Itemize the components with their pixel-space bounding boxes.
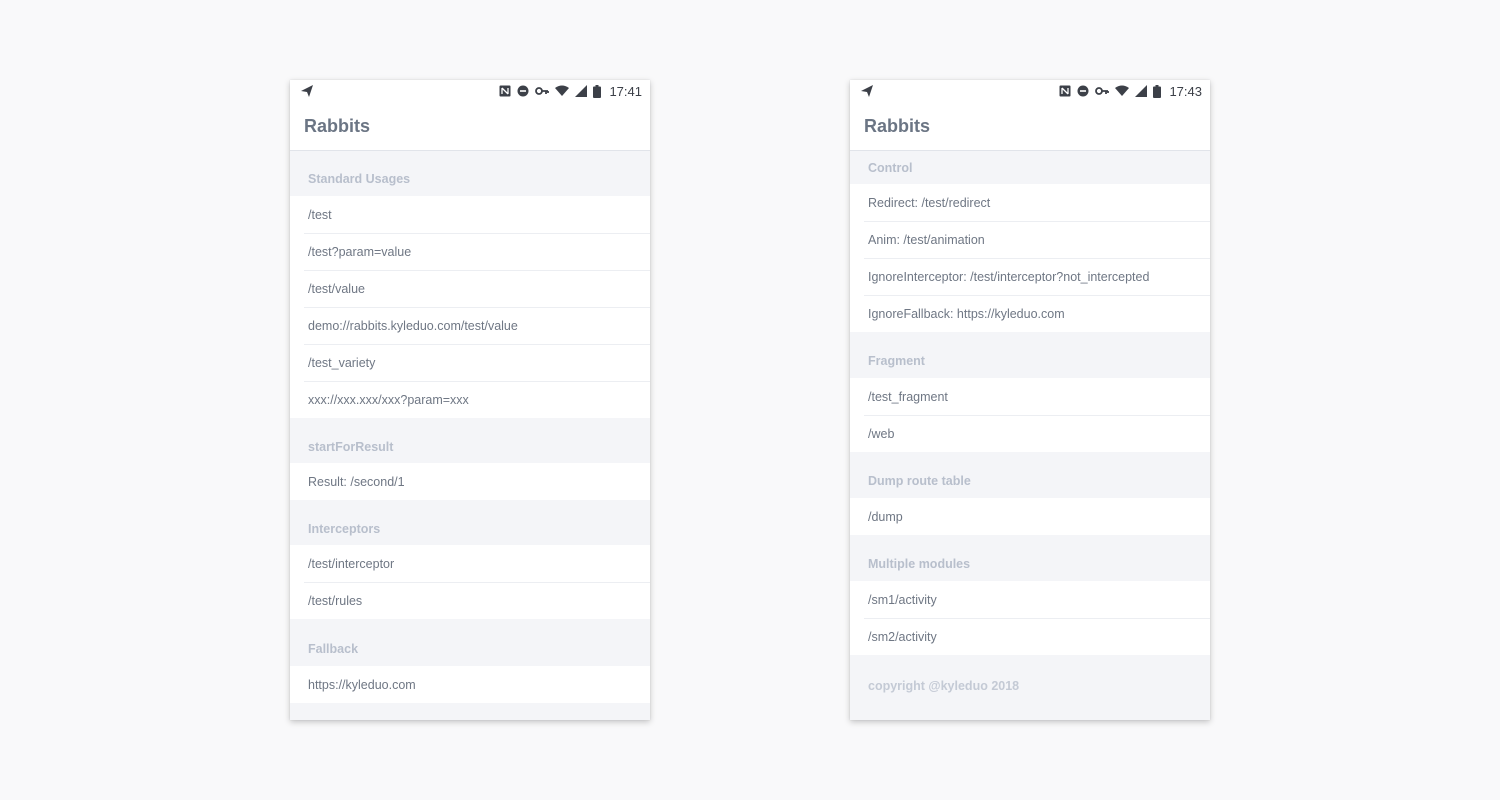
phone-screen-right: 17:43 Rabbits Control Redirect: /test/re… [850,80,1210,720]
do-not-disturb-icon [517,85,529,97]
list-item[interactable]: /dump [850,498,1210,535]
page-title: Rabbits [864,115,931,136]
list-item[interactable]: demo://rabbits.kyleduo.com/test/value [290,307,650,344]
nfc-icon [1059,85,1071,97]
phone-screen-left: 17:41 Rabbits Standard Usages /test /tes… [290,80,650,720]
list-item[interactable]: Anim: /test/animation [850,221,1210,258]
list-item[interactable]: /sm1/activity [850,581,1210,618]
section-header-multiple-modules: Multiple modules [850,535,1210,581]
list-item[interactable]: /test?param=value [290,233,650,270]
page-title: Rabbits [304,115,371,136]
list-item[interactable]: /test [290,196,650,233]
section-header-start-for-result: startForResult [290,418,650,463]
route-list: Standard Usages /test /test?param=value … [290,151,650,703]
list-item[interactable]: Redirect: /test/redirect [850,184,1210,221]
battery-icon [1153,84,1162,98]
send-icon [860,84,874,98]
copyright-footer: copyright @kyleduo 2018 [850,655,1210,717]
list-item[interactable]: /test/value [290,270,650,307]
list-item[interactable]: /test_variety [290,344,650,381]
battery-icon [593,84,602,98]
cell-signal-icon [1135,85,1148,97]
app-bar: Rabbits [850,102,1210,151]
send-icon [300,84,314,98]
status-bar: 17:41 [290,80,650,102]
list-item[interactable]: IgnoreFallback: https://kyleduo.com [850,295,1210,332]
cell-signal-icon [575,85,588,97]
section-header-dump-route-table: Dump route table [850,452,1210,498]
list-item[interactable]: /test/rules [290,582,650,619]
wifi-icon [1115,85,1130,97]
vpn-key-icon [1095,85,1110,97]
status-bar: 17:43 [850,80,1210,102]
vpn-key-icon [535,85,550,97]
section-header-fallback: Fallback [290,619,650,666]
section-header-control: Control [850,151,1210,184]
section-header-fragment: Fragment [850,332,1210,378]
route-list: Control Redirect: /test/redirect Anim: /… [850,151,1210,717]
list-item[interactable]: https://kyleduo.com [290,666,650,703]
app-bar: Rabbits [290,102,650,151]
list-item[interactable]: IgnoreInterceptor: /test/interceptor?not… [850,258,1210,295]
status-time: 17:43 [1169,83,1202,99]
list-item[interactable]: xxx://xxx.xxx/xxx?param=xxx [290,381,650,418]
list-item[interactable]: /test_fragment [850,378,1210,415]
do-not-disturb-icon [1077,85,1089,97]
status-time: 17:41 [609,83,642,99]
list-item[interactable]: /test/interceptor [290,545,650,582]
section-header-standard-usages: Standard Usages [290,151,650,196]
list-item[interactable]: Result: /second/1 [290,463,650,500]
list-item[interactable]: /web [850,415,1210,452]
list-item[interactable]: /sm2/activity [850,618,1210,655]
section-header-interceptors: Interceptors [290,500,650,545]
nfc-icon [499,85,511,97]
wifi-icon [555,85,570,97]
